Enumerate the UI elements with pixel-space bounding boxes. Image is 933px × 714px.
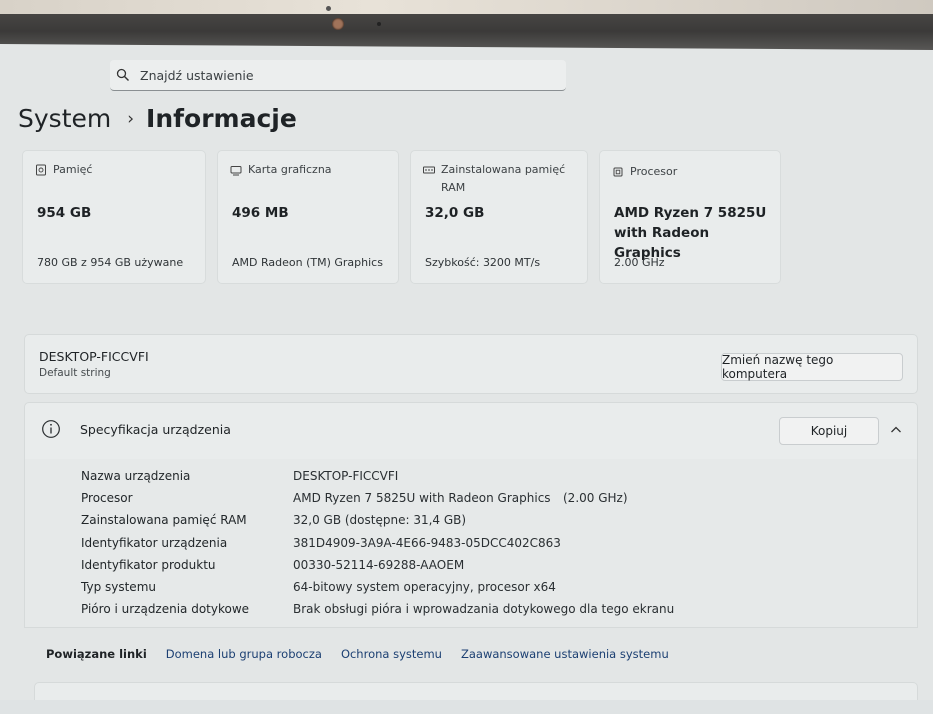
- spec-value[interactable]: AMD Ryzen 7 5825U with Radeon Graphics: [293, 491, 551, 505]
- info-icon: [42, 420, 60, 438]
- spec-label: Pióro i urządzenia dotykowe: [81, 602, 250, 616]
- search-icon: [116, 68, 129, 81]
- spec-value[interactable]: Brak obsługi pióra i wprowadzania dotyko…: [293, 602, 674, 616]
- breadcrumb-parent[interactable]: System: [18, 104, 111, 133]
- spec-row: Identyfikator produktu 00330-52114-69288…: [81, 558, 901, 580]
- copy-button[interactable]: Kopiuj: [779, 417, 879, 445]
- breadcrumb-separator: ›: [127, 108, 135, 129]
- webcam: [332, 18, 344, 30]
- ram-card[interactable]: Zainstalowana pamięć RAM 32,0 GB Szybkoś…: [410, 150, 588, 284]
- spec-label: Identyfikator urządzenia: [81, 536, 228, 550]
- card-title: Zainstalowana pamięć RAM: [423, 161, 565, 197]
- related-links: Powiązane linki Domena lub grupa robocza…: [24, 636, 916, 672]
- spec-label: Identyfikator produktu: [81, 558, 216, 572]
- spec-label: Zainstalowana pamięć RAM: [81, 513, 247, 527]
- gpu-title: Karta graficzna: [248, 163, 332, 176]
- related-links-label: Powiązane linki: [46, 647, 147, 661]
- laptop-bezel: [0, 0, 933, 52]
- search-placeholder: Znajdź ustawienie: [140, 67, 254, 83]
- ram-title: Zainstalowana pamięć: [441, 163, 566, 176]
- device-spec-title: Specyfikacja urządzenia: [80, 422, 231, 437]
- breadcrumb: System › Informacje: [18, 104, 297, 133]
- link-advanced-system-settings[interactable]: Zaawansowane ustawienia systemu: [461, 647, 669, 661]
- link-system-protection[interactable]: Ochrona systemu: [341, 647, 442, 661]
- link-domain-workgroup[interactable]: Domena lub grupa robocza: [166, 647, 322, 661]
- storage-icon: [36, 164, 46, 176]
- spec-extra: (2.00 GHz): [563, 491, 628, 505]
- card-title: Pamięć: [35, 161, 92, 179]
- spec-label: Procesor: [81, 491, 133, 505]
- storage-card[interactable]: Pamięć 954 GB 780 GB z 954 GB używane: [22, 150, 206, 284]
- storage-title: Pamięć: [53, 163, 93, 176]
- gpu-icon: [230, 166, 242, 176]
- spec-value[interactable]: 00330-52114-69288-AAOEM: [293, 558, 464, 572]
- device-name-row: DESKTOP-FICCVFI Default string Zmień naz…: [24, 334, 918, 394]
- settings-window: Znajdź ustawienie System › Informacje Pa…: [0, 44, 933, 700]
- spec-value[interactable]: 381D4909-3A9A-4E66-9483-05DCC402C863: [293, 536, 561, 550]
- device-subtitle: Default string: [39, 367, 111, 379]
- ram-title-line2: RAM: [441, 181, 466, 194]
- storage-usage: 780 GB z 954 GB używane: [37, 256, 184, 269]
- device-name: DESKTOP-FICCVFI: [39, 349, 149, 364]
- spec-row: Typ systemu 64-bitowy system operacyjny,…: [81, 580, 901, 602]
- spec-value[interactable]: DESKTOP-FICCVFI: [293, 469, 398, 483]
- spec-row: Nazwa urządzenia DESKTOP-FICCVFI: [81, 469, 901, 491]
- card-title: Karta graficzna: [230, 161, 332, 179]
- sensor-dot: [326, 6, 331, 11]
- ram-icon: [423, 166, 435, 174]
- processor-model: AMD Ryzen 7 5825U: [614, 205, 767, 221]
- ram-speed: Szybkość: 3200 MT/s: [425, 256, 541, 269]
- gpu-card[interactable]: Karta graficzna 496 MB AMD Radeon (TM) G…: [217, 150, 399, 284]
- device-spec-header[interactable]: Specyfikacja urządzenia Kopiuj: [24, 402, 918, 460]
- storage-value: 954 GB: [37, 205, 92, 221]
- spec-row: Procesor AMD Ryzen 7 5825U with Radeon G…: [81, 491, 901, 513]
- ram-value: 32,0 GB: [425, 205, 485, 221]
- gpu-value: 496 MB: [232, 205, 289, 221]
- processor-speed: 2.00 GHz: [614, 256, 665, 269]
- rename-pc-button[interactable]: Zmień nazwę tego komputera: [721, 353, 903, 381]
- spec-row: Identyfikator urządzenia 381D4909-3A9A-4…: [81, 536, 901, 558]
- processor-value: AMD Ryzen 7 5825U with Radeon Graphics: [614, 203, 780, 263]
- spec-value[interactable]: 64-bitowy system operacyjny, procesor x6…: [293, 580, 556, 594]
- processor-icon: [613, 167, 623, 177]
- search-box[interactable]: Znajdź ustawienie: [110, 60, 566, 91]
- processor-card[interactable]: Procesor AMD Ryzen 7 5825U with Radeon G…: [599, 150, 781, 284]
- processor-title: Procesor: [630, 165, 678, 178]
- page-title: Informacje: [146, 104, 297, 133]
- next-section-card: [34, 682, 918, 700]
- spec-row: Zainstalowana pamięć RAM 32,0 GB (dostęp…: [81, 513, 901, 535]
- camera-indicator: [377, 22, 381, 26]
- card-title: Procesor: [612, 163, 677, 181]
- chevron-up-icon[interactable]: [889, 423, 903, 437]
- device-spec-table: Nazwa urządzenia DESKTOP-FICCVFI Proceso…: [24, 459, 918, 628]
- spec-label: Nazwa urządzenia: [81, 469, 191, 483]
- spec-value[interactable]: 32,0 GB (dostępne: 31,4 GB): [293, 513, 466, 527]
- background-wall: [0, 0, 933, 14]
- spec-row: Pióro i urządzenia dotykowe Brak obsługi…: [81, 602, 901, 624]
- spec-label: Typ systemu: [81, 580, 156, 594]
- gpu-name: AMD Radeon (TM) Graphics: [232, 256, 383, 269]
